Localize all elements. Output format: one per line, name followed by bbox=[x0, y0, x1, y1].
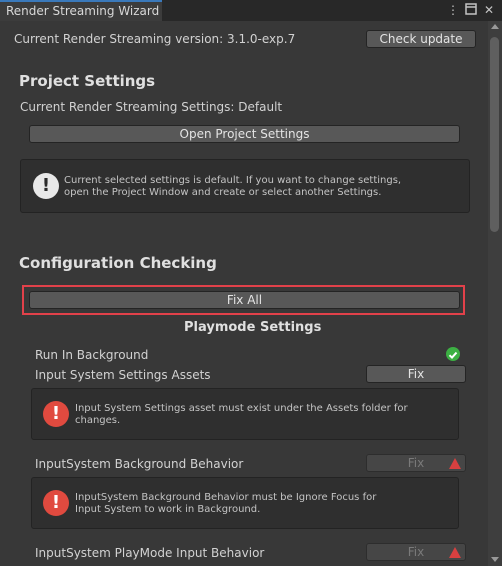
window-tab[interactable]: Render Streaming Wizard bbox=[0, 0, 162, 21]
playmode-input-behavior-label: InputSystem PlayMode Input Behavior bbox=[35, 546, 265, 560]
background-behavior-error-box: ! InputSystem Background Behavior must b… bbox=[31, 477, 459, 529]
input-system-error-message: Input System Settings asset must exist u… bbox=[75, 403, 408, 426]
input-system-error-box: ! Input System Settings asset must exist… bbox=[31, 388, 459, 440]
window-titlebar: Render Streaming Wizard ⋮ ✕ bbox=[0, 0, 502, 21]
info-icon: ! bbox=[33, 173, 59, 199]
fix-all-highlight bbox=[22, 285, 465, 315]
configuration-checking-heading: Configuration Checking bbox=[19, 254, 217, 272]
background-behavior-label: InputSystem Background Behavior bbox=[35, 457, 244, 471]
maximize-icon[interactable] bbox=[464, 3, 478, 17]
current-settings-text: Current Render Streaming Settings: Defau… bbox=[20, 100, 283, 114]
run-in-background-label: Run In Background bbox=[35, 348, 149, 362]
warning-icon bbox=[449, 547, 461, 558]
error-icon: ! bbox=[43, 490, 69, 516]
project-settings-info-box: ! Current selected settings is default. … bbox=[20, 159, 470, 213]
fix-playmode-input-behavior-button: Fix bbox=[366, 543, 466, 561]
vertical-scrollbar[interactable] bbox=[488, 21, 502, 566]
input-system-settings-label: Input System Settings Assets bbox=[35, 368, 211, 382]
error-icon: ! bbox=[43, 401, 69, 427]
check-icon bbox=[446, 347, 460, 361]
playmode-settings-heading: Playmode Settings bbox=[184, 320, 322, 335]
kebab-menu-icon[interactable]: ⋮ bbox=[446, 3, 460, 17]
version-text: Current Render Streaming version: 3.1.0-… bbox=[14, 32, 296, 46]
fix-background-behavior-label: Fix bbox=[407, 456, 425, 470]
info-message: Current selected settings is default. If… bbox=[64, 175, 402, 198]
background-behavior-error-message: InputSystem Background Behavior must be … bbox=[75, 492, 377, 515]
scroll-down-icon[interactable] bbox=[491, 557, 499, 562]
project-settings-heading: Project Settings bbox=[19, 72, 156, 90]
close-icon[interactable]: ✕ bbox=[482, 3, 496, 17]
scroll-up-icon[interactable] bbox=[491, 24, 499, 29]
check-update-button[interactable]: Check update bbox=[366, 30, 476, 48]
fix-input-system-settings-button[interactable]: Fix bbox=[366, 365, 466, 383]
fix-background-behavior-button: Fix bbox=[366, 454, 466, 472]
warning-icon bbox=[449, 458, 461, 469]
open-project-settings-button[interactable]: Open Project Settings bbox=[29, 125, 460, 143]
scroll-thumb[interactable] bbox=[490, 37, 499, 232]
fix-playmode-input-behavior-label: Fix bbox=[407, 545, 425, 559]
